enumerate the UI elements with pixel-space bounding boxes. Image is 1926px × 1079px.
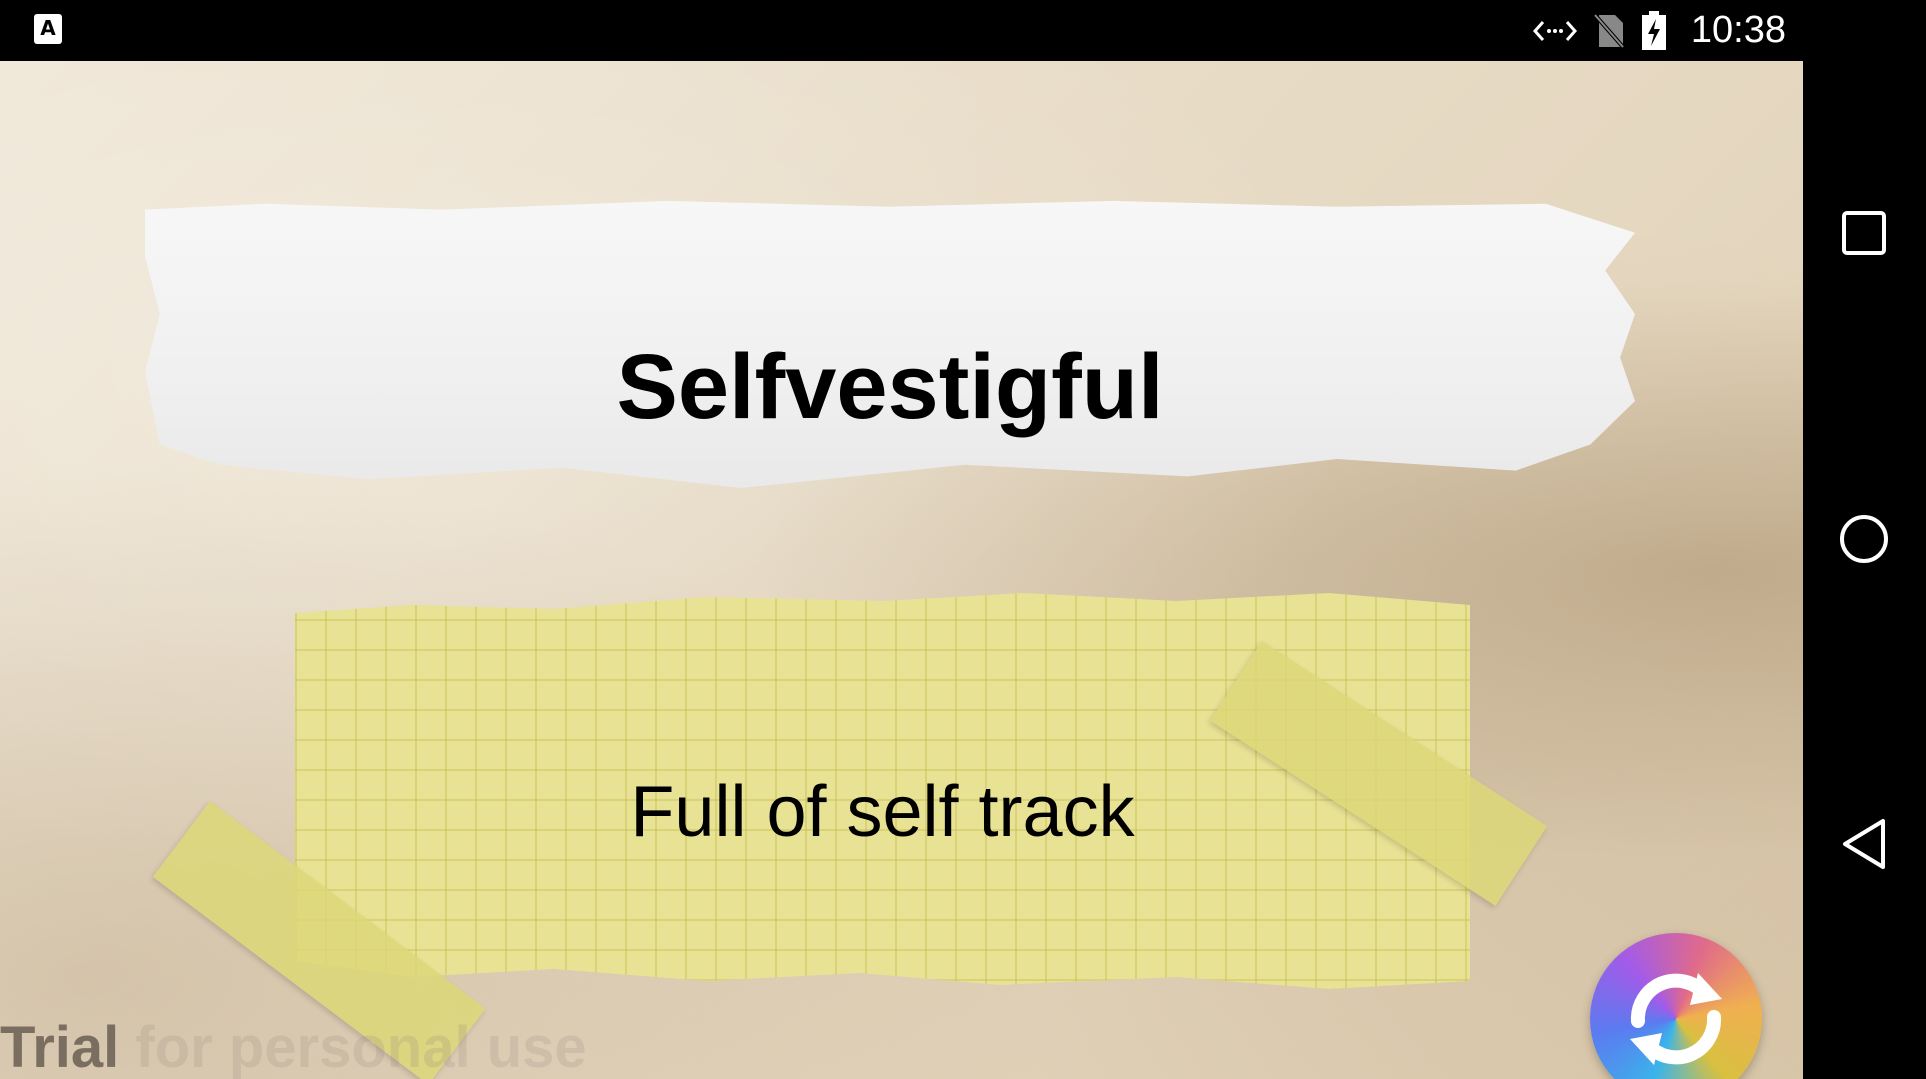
watermark-faint-text: for personal use: [119, 1015, 587, 1079]
word-title: Selfvestigful: [616, 336, 1164, 438]
watermark-strong-text: Trial: [0, 1015, 120, 1079]
trial-watermark: Trial for personal use: [0, 1019, 587, 1077]
back-button[interactable]: [1834, 814, 1894, 874]
status-icons: 10:38: [1532, 0, 1786, 61]
status-bar: A 10:38: [0, 0, 1926, 61]
word-card-screen: Selfvestigful Full of self track Trial f…: [0, 61, 1803, 1079]
battery-charging-icon: [1641, 10, 1667, 51]
recents-button[interactable]: [1834, 203, 1894, 263]
data-transfer-icon: [1532, 16, 1577, 46]
definition-text: Full of self track: [630, 772, 1135, 852]
home-icon: [1840, 515, 1888, 563]
device-screen: A 10:38 Selfvestigful Full of self track…: [0, 0, 1926, 1079]
recents-icon: [1842, 211, 1886, 255]
back-icon: [1843, 819, 1885, 869]
refresh-button[interactable]: [1590, 933, 1762, 1079]
navigation-bar: [1803, 61, 1926, 1079]
clock: 10:38: [1690, 9, 1786, 51]
app-notification-icon: A: [34, 14, 62, 44]
no-sim-icon: [1593, 13, 1625, 49]
home-button[interactable]: [1834, 509, 1894, 569]
refresh-icon: [1630, 973, 1722, 1065]
